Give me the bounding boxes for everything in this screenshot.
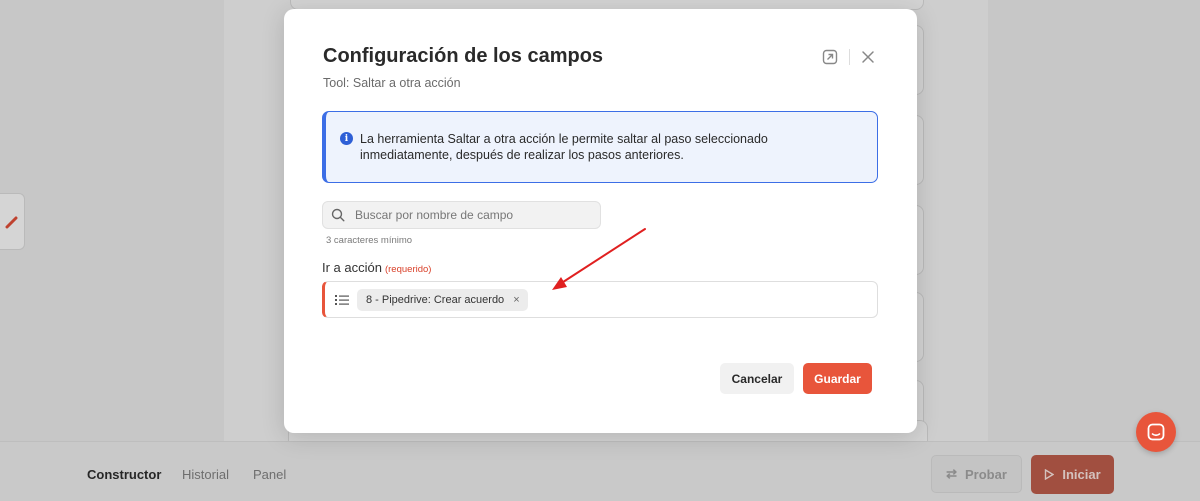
chip-remove-icon[interactable]: × xyxy=(513,294,519,306)
chat-icon xyxy=(1147,423,1165,441)
search-hint: 3 caracteres mínimo xyxy=(326,235,413,246)
search-input[interactable] xyxy=(355,202,595,228)
action-select-field[interactable]: 8 - Pipedrive: Crear acuerdo × xyxy=(322,281,878,318)
info-callout: i La herramienta Saltar a otra acción le… xyxy=(322,111,878,183)
field-config-modal: Configuración de los campos Tool: Saltar… xyxy=(284,9,917,433)
search-icon xyxy=(331,208,345,222)
required-marker: (requerido) xyxy=(384,264,432,275)
field-label: Ir a acción (requerido) xyxy=(322,260,431,275)
save-button[interactable]: Guardar xyxy=(803,363,872,394)
info-icon: i xyxy=(340,132,353,145)
chip-label: 8 - Pipedrive: Crear acuerdo xyxy=(366,294,505,306)
list-icon xyxy=(335,295,349,305)
chat-launcher[interactable] xyxy=(1136,412,1176,452)
modal-subtitle: Tool: Saltar a otra acción xyxy=(323,76,461,90)
field-label-text: Ir a acción xyxy=(322,260,382,275)
selected-action-chip[interactable]: 8 - Pipedrive: Crear acuerdo × xyxy=(357,289,528,311)
cancel-button[interactable]: Cancelar xyxy=(720,363,794,394)
search-box[interactable] xyxy=(322,201,601,229)
close-icon[interactable] xyxy=(860,49,876,65)
modal-title: Configuración de los campos xyxy=(323,45,604,67)
header-divider xyxy=(849,49,850,65)
expand-icon[interactable] xyxy=(822,49,838,65)
info-text: La herramienta Saltar a otra acción le p… xyxy=(360,132,768,162)
